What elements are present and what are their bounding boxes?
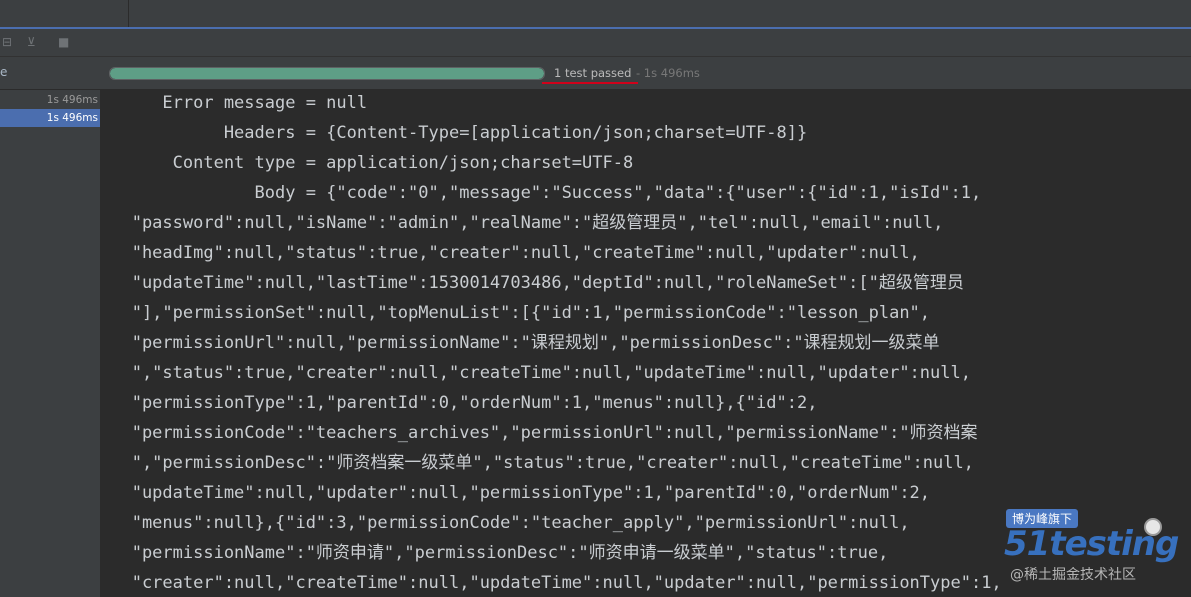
console-line: "permissionType":1,"parentId":0,"orderNu… xyxy=(101,393,818,413)
console-line: "creater":null,"createTime":null,"update… xyxy=(101,573,1002,593)
console-line: ","permissionDesc":"师资档案一级菜单","status":t… xyxy=(101,453,974,473)
console-line: "password":null,"isName":"admin","realNa… xyxy=(101,213,944,233)
test-tree-time: 1s 496ms xyxy=(46,94,98,106)
console-line: "menus":null},{"id":3,"permissionCode":"… xyxy=(101,513,910,533)
top-bar xyxy=(0,0,1191,28)
test-toolbar: ⊟ ⊻ ■ xyxy=(0,29,1191,57)
panel-label: e xyxy=(0,65,8,79)
annotation-underline xyxy=(542,82,638,84)
test-tree-item-selected[interactable]: 1s 496ms xyxy=(0,109,100,127)
top-tab[interactable] xyxy=(0,0,129,27)
test-tree-panel: 1s 496ms 1s 496ms xyxy=(0,90,101,597)
console-line: Headers = {Content-Type=[application/jso… xyxy=(101,123,808,143)
filter-icon[interactable]: ⊻ xyxy=(27,35,36,49)
collapse-icon[interactable]: ⊟ xyxy=(2,35,12,49)
watermark-subtitle: @稀土掘金技术社区 xyxy=(1010,567,1136,583)
console-line: Content type = application/json;charset=… xyxy=(101,153,634,173)
test-progress-bar xyxy=(109,67,545,80)
console-line: "permissionName":"师资申请","permissionDesc"… xyxy=(101,543,889,563)
test-status-row: e 1 test passed - 1s 496ms xyxy=(0,57,1191,90)
console-line: "headImg":null,"status":true,"creater":n… xyxy=(101,243,920,263)
test-duration: - 1s 496ms xyxy=(636,66,700,80)
console-line: ","status":true,"creater":null,"createTi… xyxy=(101,363,971,383)
watermark-logo: 51testing xyxy=(1004,524,1179,564)
test-tree-time: 1s 496ms xyxy=(46,112,98,124)
console-line: "permissionUrl":null,"permissionName":"课… xyxy=(101,333,940,353)
console-line: "permissionCode":"teachers_archives","pe… xyxy=(101,423,978,443)
console-line: "updateTime":null,"lastTime":15300147034… xyxy=(101,273,964,293)
watermark: 博为峰旗下 51testing @稀土掘金技术社区 xyxy=(1000,506,1190,597)
console-line: Error message = null xyxy=(101,93,368,113)
console-line: "],"permissionSet":null,"topMenuList":[{… xyxy=(101,303,931,323)
stop-icon[interactable]: ■ xyxy=(58,35,69,49)
test-status-text: 1 test passed xyxy=(554,66,632,80)
progress-fill xyxy=(110,68,544,79)
console-line: Body = {"code":"0","message":"Success","… xyxy=(101,183,982,203)
console-line: "updateTime":null,"updater":null,"permis… xyxy=(101,483,931,503)
test-tree-item[interactable]: 1s 496ms xyxy=(0,91,100,109)
